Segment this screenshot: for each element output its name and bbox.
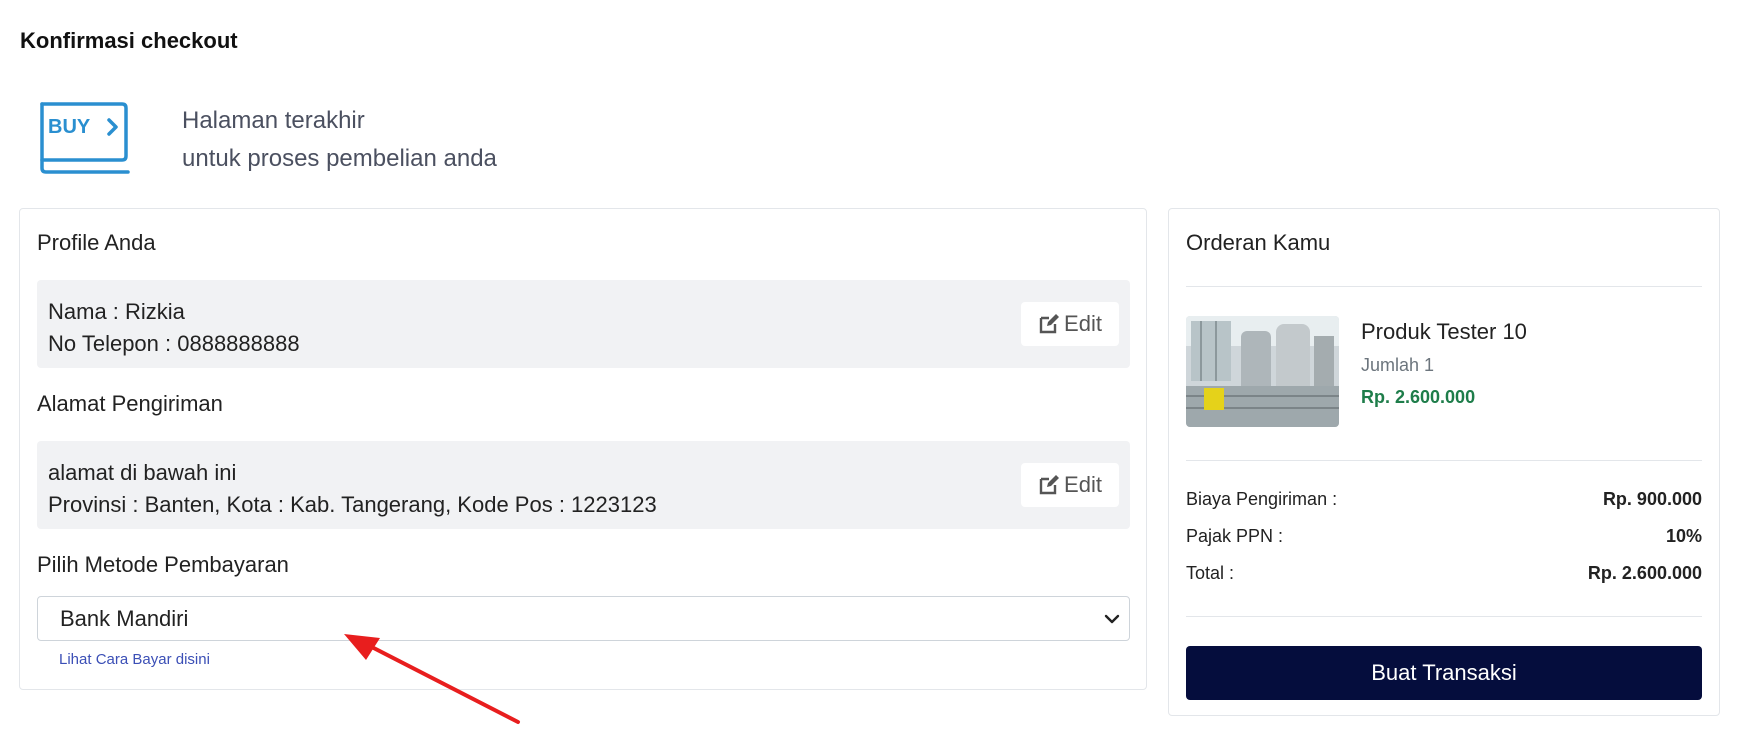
divider (1186, 460, 1702, 461)
tax-row: Pajak PPN : 10% (1186, 526, 1702, 547)
edit-address-label: Edit (1064, 472, 1102, 497)
shipping-region: Provinsi : Banten, Kota : Kab. Tangerang… (48, 492, 657, 517)
divider (1186, 616, 1702, 617)
product-quantity: Jumlah 1 (1361, 355, 1435, 375)
product-image (1186, 316, 1339, 427)
payment-method-select[interactable]: Bank Mandiri (37, 596, 1130, 641)
profile-name: Nama : Rizkia (48, 299, 185, 324)
order-section-title: Orderan Kamu (1186, 230, 1331, 255)
hero-line-1: Halaman terakhir (182, 107, 365, 134)
tax-value: 10% (1665, 526, 1702, 546)
edit-icon (1039, 314, 1060, 334)
edit-icon (1039, 475, 1060, 495)
shipping-cost-value: Rp. 900.000 (1602, 489, 1702, 509)
buy-icon: BUY (40, 102, 130, 174)
total-row: Total : Rp. 2.600.000 (1186, 563, 1702, 584)
annotation-arrow-icon (344, 634, 520, 724)
shipping-address: alamat di bawah ini (48, 460, 237, 485)
total-label: Total : (1186, 563, 1235, 583)
checkout-details-card: Profile Anda Nama : Rizkia No Telepon : … (19, 208, 1147, 690)
edit-address-button[interactable]: Edit (1021, 463, 1119, 507)
product-price: Rp. 2.600.000 (1361, 387, 1476, 407)
edit-profile-label: Edit (1064, 311, 1102, 336)
shipping-cost-label: Biaya Pengiriman : (1186, 489, 1338, 509)
create-transaction-button[interactable]: Buat Transaksi (1186, 646, 1702, 700)
chevron-down-icon (1104, 614, 1120, 624)
payment-help-link[interactable]: Lihat Cara Bayar disini (59, 651, 210, 668)
order-summary-card: Orderan Kamu Produk Tester 10 Jumlah 1 R… (1168, 208, 1720, 716)
payment-method-value: Bank Mandiri (60, 605, 189, 631)
hero-line-2: untuk proses pembelian anda (182, 145, 497, 172)
payment-section-title: Pilih Metode Pembayaran (37, 552, 289, 577)
profile-phone: No Telepon : 0888888888 (48, 331, 300, 356)
tax-label: Pajak PPN : (1186, 526, 1284, 546)
hero-banner: BUY Halaman terakhir untuk proses pembel… (38, 100, 497, 178)
svg-text:BUY: BUY (48, 116, 91, 138)
profile-section-title: Profile Anda (37, 230, 156, 255)
shipping-cost-row: Biaya Pengiriman : Rp. 900.000 (1186, 489, 1702, 510)
product-name: Produk Tester 10 (1361, 319, 1527, 344)
page-title: Konfirmasi checkout (20, 28, 238, 53)
shipping-info-box: alamat di bawah ini Provinsi : Banten, K… (37, 441, 1130, 529)
total-value: Rp. 2.600.000 (1587, 563, 1702, 583)
profile-info-box: Nama : Rizkia No Telepon : 0888888888 Ed… (37, 280, 1130, 368)
divider (1186, 286, 1702, 287)
shipping-section-title: Alamat Pengiriman (37, 391, 223, 416)
edit-profile-button[interactable]: Edit (1021, 302, 1119, 346)
